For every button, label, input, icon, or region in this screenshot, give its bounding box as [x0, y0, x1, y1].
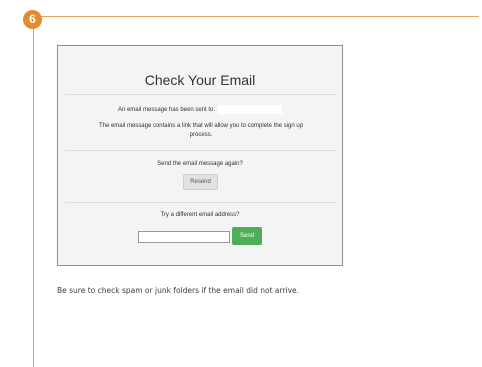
email-input[interactable] — [138, 231, 230, 243]
resend-button[interactable]: Resend — [183, 174, 218, 190]
send-button[interactable]: Send — [232, 227, 262, 245]
divider — [65, 202, 336, 203]
resend-question: Send the email message again? — [157, 161, 243, 167]
divider — [65, 94, 336, 95]
sent-to-line: An email message has been sent to: — [58, 105, 342, 114]
divider — [65, 150, 336, 151]
dialog-description: The email message contains a link that w… — [98, 123, 304, 138]
different-email-question: Try a different email address? — [160, 212, 240, 218]
dialog-title: Check Your Email — [144, 72, 256, 88]
step-number-badge: 6 — [23, 10, 42, 29]
check-email-screenshot: Check Your Email An email message has be… — [57, 45, 343, 266]
spam-note: Be sure to check spam or junk folders if… — [57, 286, 300, 295]
sent-to-label: An email message has been sent to: — [117, 106, 216, 113]
step-divider-horizontal — [33, 16, 479, 17]
step-divider-vertical — [33, 16, 34, 367]
redacted-email — [218, 105, 283, 114]
